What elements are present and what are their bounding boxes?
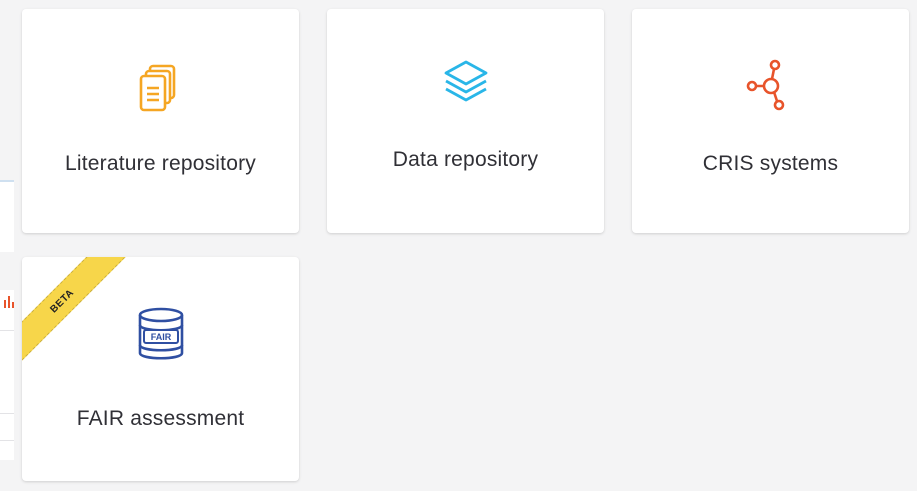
card-literature-repository[interactable]: Literature repository [22,9,299,233]
beta-badge: BETA [22,257,129,367]
layers-icon [436,51,496,111]
card-label: Data repository [392,148,539,171]
documents-icon [131,59,191,119]
beta-ribbon: BETA [22,257,132,367]
background-divider [0,330,14,331]
card-fair-assessment[interactable]: BETA FAIR FAIR assessment [22,257,299,481]
background-panel-fragment [0,290,14,460]
fair-icon-text: FAIR [150,332,171,342]
bar-chart-icon [4,296,14,308]
fair-database-icon: FAIR [131,305,191,365]
card-label: Literature repository [65,152,256,175]
background-panel-fragment [0,180,14,252]
card-label: CRIS systems [702,152,839,175]
card-data-repository[interactable]: Data repository [327,9,604,233]
background-divider [0,440,14,441]
card-cris-systems[interactable]: CRIS systems [632,9,909,233]
network-nodes-icon [741,55,801,115]
background-divider [0,413,14,414]
card-label: FAIR assessment [76,407,245,430]
